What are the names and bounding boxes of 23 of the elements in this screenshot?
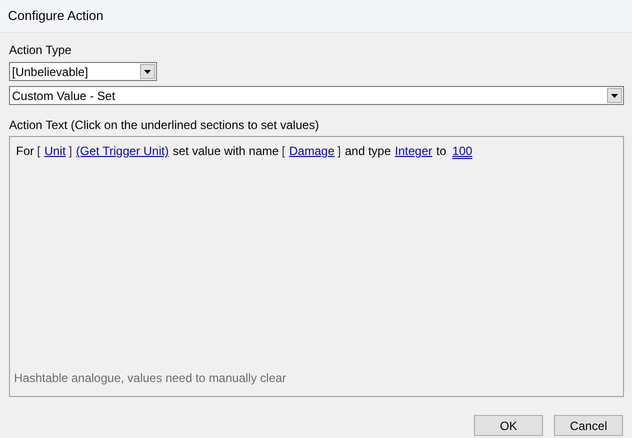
parameter-link[interactable]: Unit	[44, 142, 66, 160]
action-type-label: Action Type	[9, 42, 72, 59]
caret-icon	[144, 70, 151, 74]
hint-text: Hashtable analogue, values need to manually clear	[14, 370, 288, 387]
action-text: For	[16, 143, 34, 160]
parameter-link[interactable]: (Get Trigger Unit)	[76, 142, 169, 160]
bracket: ]	[68, 143, 72, 160]
parameter-link[interactable]: Integer	[394, 142, 432, 160]
bracket: ]	[338, 143, 341, 160]
action-text: set value with name	[172, 143, 279, 160]
action-text: and type	[344, 143, 391, 160]
action-text: to	[436, 143, 446, 160]
dialog-button[interactable]: OK	[474, 415, 543, 436]
dialog-button[interactable]: Cancel	[554, 415, 623, 436]
bracket: [	[37, 143, 40, 160]
action-dropdown[interactable]: Custom Value - Set	[9, 86, 624, 105]
bracket: [	[282, 143, 286, 160]
value-link[interactable]: 100	[452, 142, 472, 160]
parameter-link[interactable]: Damage	[289, 142, 334, 160]
window-title: Configure Action	[8, 7, 104, 26]
category-dropdown[interactable]: [Unbelievable]	[9, 62, 157, 81]
action-text-label: Action Text (Click on the underlined sections to set values)	[9, 117, 320, 134]
caret-icon	[611, 94, 618, 98]
